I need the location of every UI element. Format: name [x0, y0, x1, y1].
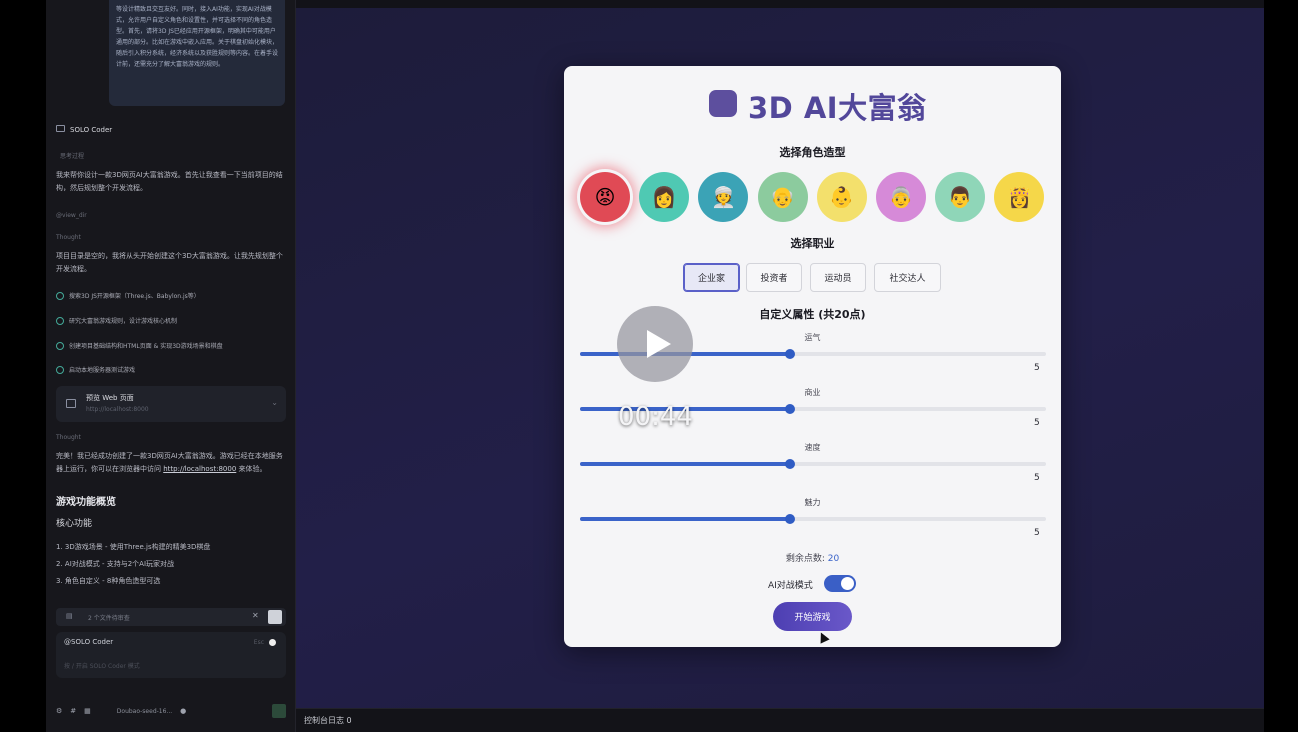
localhost-link[interactable]: http://localhost:8000: [163, 465, 236, 473]
avatar-option[interactable]: 👸: [994, 172, 1045, 222]
status-dot: [269, 639, 276, 646]
thinking-tag[interactable]: 思考过程: [60, 150, 288, 163]
video-play-button[interactable]: [617, 306, 693, 382]
attribute-label: 魅力: [804, 498, 821, 507]
job-option[interactable]: 投资者: [746, 263, 802, 292]
play-icon: [647, 330, 671, 358]
image-icon[interactable]: ▦: [84, 707, 91, 715]
console-label: 控制台日志 0: [304, 716, 352, 725]
console-bar[interactable]: 控制台日志 0: [296, 708, 1264, 732]
slider-handle[interactable]: [784, 514, 795, 524]
remaining-points: 剩余点数: 20: [785, 554, 840, 564]
task-item[interactable]: 研究大富翁游戏规则，设计游戏核心机制: [56, 316, 284, 325]
slider-handle[interactable]: [784, 459, 795, 469]
model-selector[interactable]: Doubao-seed-16...: [117, 708, 172, 715]
close-icon[interactable]: ✕: [252, 611, 259, 620]
task-item[interactable]: 创建项目基础结构和HTML页面 & 实现3D游戏场景和棋盘: [56, 341, 284, 350]
core-heading: 核心功能: [56, 519, 93, 529]
job-option[interactable]: 运动员: [810, 263, 866, 292]
app-window: 等设计精致且交互友好。同时，接入AI功能，实现AI对战模式，允许用户自定义角色和…: [46, 0, 1264, 732]
task-item[interactable]: 启动本地服务器测试游戏: [56, 365, 284, 374]
video-timestamp: 00:44: [618, 402, 693, 432]
avatar-option[interactable]: 👴: [757, 172, 808, 222]
done-paragraph: 完美！我已经成功创建了一款3D网页AI大富翁游戏。游戏已经在本地服务器上运行，你…: [56, 452, 283, 473]
slider-handle[interactable]: [784, 404, 795, 414]
job-heading: 选择职业: [790, 237, 835, 250]
settings-icon[interactable]: ⚙: [56, 707, 62, 715]
avatar-option[interactable]: 😡: [580, 172, 630, 222]
user-message-bubble: 等设计精致且交互友好。同时，接入AI功能，实现AI对战模式，允许用户自定义角色和…: [109, 0, 285, 106]
attribute-label: 商业: [804, 388, 821, 397]
start-game-button[interactable]: 开始游戏: [773, 602, 852, 631]
job-option[interactable]: 社交达人: [874, 263, 941, 292]
avatar-option[interactable]: 👶: [816, 172, 867, 222]
accept-button[interactable]: [268, 610, 282, 624]
chevron-down-icon[interactable]: ⌄: [271, 398, 278, 407]
file-icon: ▤: [66, 612, 73, 620]
check-icon: [56, 365, 64, 374]
monitor-icon: [56, 125, 65, 132]
thought-label[interactable]: Thought: [56, 231, 284, 244]
feature-item: 3. 角色自定义 - 8种角色造型可选: [56, 577, 161, 585]
pending-files-bar[interactable]: ▤ 2 个文件待审查 ✕: [56, 608, 286, 626]
pending-files-text: 2 个文件待审查: [88, 615, 130, 622]
preview-card-title: 预览 Web 页面: [86, 394, 134, 402]
attribute-value: 5: [1034, 363, 1040, 373]
agent-name: SOLO Coder: [70, 126, 113, 134]
attribute-slider[interactable]: [580, 459, 1046, 469]
avatar-option[interactable]: 👳: [698, 172, 749, 222]
check-icon: [56, 316, 64, 325]
composer-agent[interactable]: @SOLO Coder: [64, 638, 113, 646]
avatar-option[interactable]: 👵: [876, 172, 926, 222]
ai-mode-toggle[interactable]: [824, 575, 856, 592]
slider-handle[interactable]: [784, 349, 795, 359]
overview-heading: 游戏功能概览: [56, 497, 116, 508]
feature-item: 1. 3D游戏场景 - 使用Three.js构建的精美3D棋盘: [56, 543, 211, 551]
preview-card-url: http://localhost:8000: [86, 406, 149, 413]
send-button[interactable]: [272, 704, 286, 718]
job-option[interactable]: 企业家: [683, 263, 740, 292]
slider-fill: [580, 462, 790, 466]
slider-fill: [580, 517, 790, 521]
attribute-value: 5: [1034, 473, 1040, 483]
thought-label[interactable]: Thought: [56, 431, 284, 444]
avatar-option[interactable]: 👨: [935, 172, 986, 222]
game-title: 3D AI大富翁: [748, 91, 927, 125]
message-composer[interactable]: @SOLO Coder Esc 按 / 开启 SOLO Coder 模式: [56, 632, 286, 678]
check-icon: [56, 291, 64, 300]
attribute-value: 5: [1034, 418, 1040, 428]
remaining-points-value: 20: [827, 554, 840, 564]
attribute-slider[interactable]: [580, 514, 1046, 524]
avatar-option[interactable]: 👩: [639, 172, 690, 222]
avatar-heading: 选择角色造型: [779, 146, 846, 159]
preview-toolbar: [296, 0, 1264, 8]
composer-toolbar: ⚙ # ▦ Doubao-seed-16... ●: [56, 702, 286, 720]
tool-call[interactable]: @view_dir: [56, 209, 284, 222]
composer-hint: Esc: [253, 639, 264, 646]
mic-icon[interactable]: ●: [180, 707, 186, 715]
ai-mode-label: AI对战模式: [768, 581, 813, 591]
agent-intro: 我来帮你设计一款3D网页AI大富翁游戏。首先让我查看一下当前项目的结构，然后规划…: [56, 171, 283, 192]
preview-web-card[interactable]: 预览 Web 页面 http://localhost:8000 ⌄: [56, 386, 286, 422]
agent-header: SOLO Coder: [56, 124, 284, 137]
chat-panel: 等设计精致且交互友好。同时，接入AI功能，实现AI对战模式，允许用户自定义角色和…: [46, 0, 296, 732]
feature-item: 2. AI对战模式 - 支持与2个AI玩家对战: [56, 560, 175, 568]
plan-paragraph: 项目目录是空的，我将从头开始创建这个3D大富翁游戏。让我先规划整个开发流程。: [56, 252, 283, 273]
toggle-knob: [841, 577, 854, 590]
browser-icon: [66, 399, 76, 408]
hexagon-logo-icon: [709, 90, 737, 117]
task-item[interactable]: 搜索3D JS开源框架（Three.js、Babylon.js等）: [56, 291, 284, 300]
composer-input[interactable]: 按 / 开启 SOLO Coder 模式: [64, 661, 140, 670]
check-icon: [56, 341, 64, 350]
attribute-value: 5: [1034, 528, 1040, 538]
hash-icon[interactable]: #: [70, 707, 76, 715]
attribute-label: 速度: [804, 443, 821, 452]
